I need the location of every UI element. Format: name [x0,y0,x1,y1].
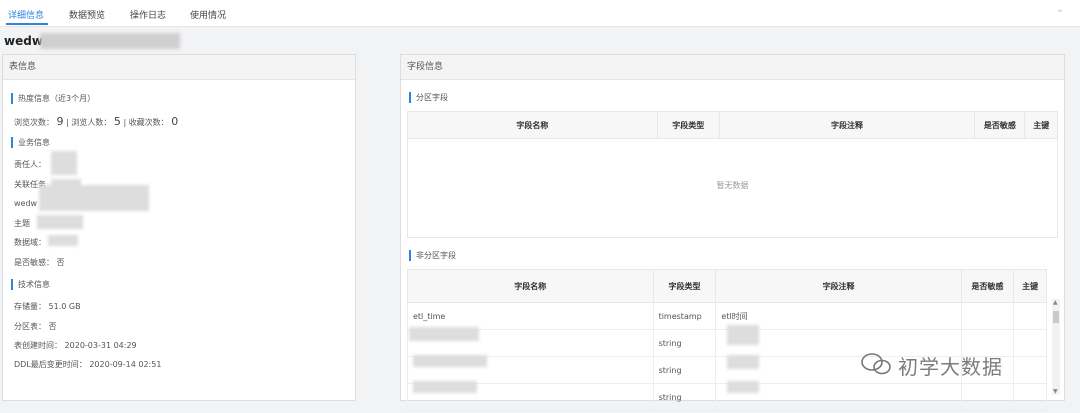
domain-label: 数据域： [14,238,46,247]
field-pk-cell [1013,329,1047,357]
field-pk-cell [1013,383,1047,411]
field-type-cell: string [652,329,717,357]
ddl-value: 2020-09-14 02:51 [89,360,162,369]
sensitive-label: 是否敏感： [14,258,54,267]
active-tab-indicator [6,23,48,25]
redacted-field-name [413,381,477,393]
subject-label: 主题 [14,219,30,228]
field-pk-cell [1013,302,1047,330]
redacted-field-name [409,327,479,341]
storage-label: 存储量： [14,302,46,311]
tab-data-preview[interactable]: 数据预览 [69,8,105,21]
redacted-field-comment [727,355,759,369]
field-type-cell: string [652,356,717,384]
column-header[interactable]: 字段名称 [407,269,654,303]
redacted-owner [51,151,77,175]
column-header[interactable]: 是否敏感 [960,269,1015,303]
field-pk-cell [1013,356,1047,384]
hotness-stats: 浏览次数： 9 | 浏览人数： 5 | 收藏次数： 0 [14,115,178,128]
table-header-row: 字段名称 字段类型 字段注释 是否敏感 主键 [407,269,1047,303]
redacted-field-comment [727,325,759,345]
tab-bar: 详细信息 数据预览 操作日志 使用情况 ⌄ [0,0,1080,27]
table-info-header: 表信息 [3,55,355,80]
owner-label: 责任人： [14,160,46,169]
browse-count-label: 浏览次数： [14,118,54,127]
wedw-text: wedw [14,199,38,208]
table-info-panel: 表信息 热度信息（近3个月） 浏览次数： 9 | 浏览人数： 5 | 收藏次数：… [2,54,356,401]
ddl-label: DDL最后变更时间： [14,360,87,369]
field-sensitive-cell [960,383,1015,411]
sensitive-row: 是否敏感： 否 [14,257,65,268]
watermark-text: 初学大数据 [898,355,1003,379]
table-scrollbar[interactable]: ▲ ▼ [1052,299,1060,395]
visitors-count-value: 5 [113,115,121,128]
hotness-section-title: 热度信息（近3个月） [11,93,95,104]
domain-row: 数据域： [14,237,46,248]
field-type-cell: string [652,383,717,411]
column-header[interactable]: 字段注释 [715,269,962,303]
redacted-domain [48,235,78,246]
created-value: 2020-03-31 04:29 [64,341,137,350]
page-title: wedw [4,34,43,48]
favorites-count-value: 0 [171,115,179,128]
tab-operation-log[interactable]: 操作日志 [130,8,166,21]
visitors-count-label: 浏览人数： [71,118,112,127]
created-row: 表创建时间： 2020-03-31 04:29 [14,340,137,351]
redacted-wedw [39,185,149,211]
redacted-title [40,33,180,49]
non-partition-fields-title: 非分区字段 [409,250,456,261]
field-info-panel: 字段信息 分区字段 字段名称 字段类型 字段注释 是否敏感 主键 暂无数据 非分… [400,54,1065,411]
browse-count-value: 9 [56,115,64,128]
favorites-count-label: 收藏次数： [128,118,169,127]
redacted-field-comment [727,381,759,393]
chevron-down-icon[interactable]: ⌄ [1056,4,1064,15]
redacted-subject [37,215,83,229]
wedw-row: wedw [14,199,37,208]
ddl-row: DDL最后变更时间： 2020-09-14 02:51 [14,359,161,370]
created-label: 表创建时间： [14,341,62,350]
field-sensitive-cell [960,302,1015,330]
subject-row: 主题 [14,218,30,229]
sensitive-value: 否 [56,258,65,267]
partition-value: 否 [48,322,57,331]
partition-fields-title: 分区字段 [409,92,448,103]
tab-usage[interactable]: 使用情况 [190,8,226,21]
scroll-down-icon[interactable]: ▼ [1053,388,1058,395]
redacted-field-name [413,355,487,367]
wechat-icon [861,353,891,375]
scrollbar-thumb[interactable] [1053,311,1059,323]
tab-details[interactable]: 详细信息 [8,8,44,21]
column-header[interactable]: 主键 [1013,269,1047,303]
scroll-up-icon[interactable]: ▲ [1053,299,1058,306]
field-name-cell: etl_time [407,302,654,330]
column-header[interactable]: 字段类型 [652,269,717,303]
field-type-cell: timestamp [652,302,717,330]
technical-section-title: 技术信息 [11,279,50,290]
storage-row: 存储量： 51.0 GB [14,301,81,312]
owner-row: 责任人： [14,159,46,170]
field-info-header: 字段信息 [401,55,1064,80]
business-section-title: 业务信息 [11,137,50,148]
empty-state: 暂无数据 [407,135,1058,238]
partition-row: 分区表： 否 [14,321,57,332]
storage-value: 51.0 GB [48,302,81,311]
partition-label: 分区表： [14,322,46,331]
